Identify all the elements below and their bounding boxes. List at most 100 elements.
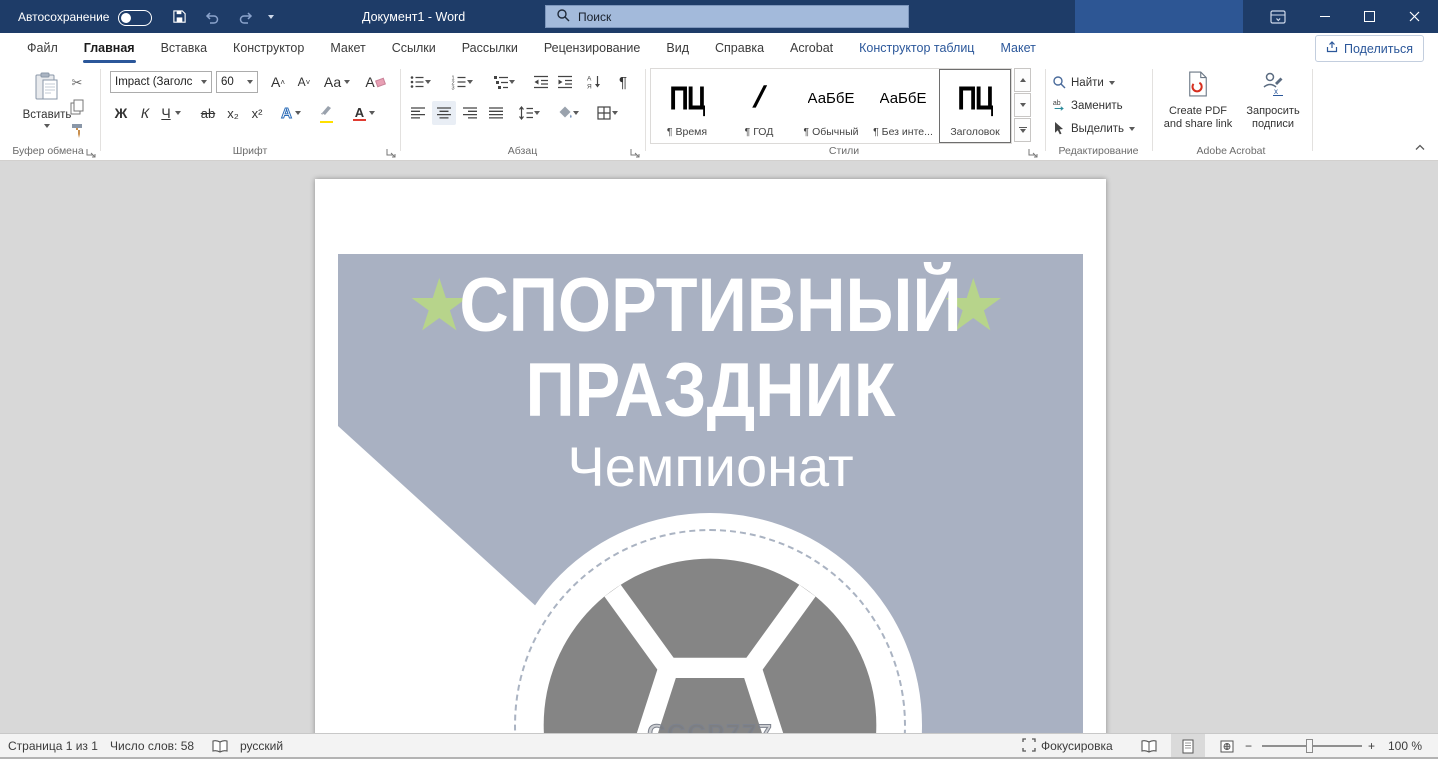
- change-case-button[interactable]: Аа: [322, 71, 352, 93]
- tab-table-layout[interactable]: Макет: [987, 33, 1048, 63]
- search-input[interactable]: Поиск: [545, 5, 909, 28]
- strikethrough-button[interactable]: ab: [196, 101, 220, 125]
- paragraph-dialog-launcher-icon[interactable]: [630, 145, 641, 156]
- styles-scroll-up-icon[interactable]: [1014, 68, 1031, 92]
- page-indicator[interactable]: Страница 1 из 1: [8, 734, 98, 758]
- poster-subtitle[interactable]: Чемпионат: [338, 438, 1083, 497]
- font-size-combobox[interactable]: 60: [216, 71, 258, 93]
- chevron-down-icon: [295, 111, 301, 115]
- quick-access-chevron-icon[interactable]: [268, 0, 274, 33]
- read-mode-icon[interactable]: [1132, 734, 1166, 758]
- superscript-button[interactable]: x²: [246, 101, 268, 125]
- styles-dialog-launcher-icon[interactable]: [1028, 145, 1039, 156]
- numbering-button[interactable]: 123: [448, 71, 476, 93]
- tab-view[interactable]: Вид: [653, 33, 702, 63]
- align-center-icon[interactable]: [432, 101, 456, 125]
- multilevel-list-button[interactable]: [490, 71, 518, 93]
- zoom-out-button[interactable]: −: [1245, 734, 1252, 758]
- highlight-color-button[interactable]: [310, 101, 342, 125]
- style-item-no-spacing[interactable]: АаБбЕ ¶ Без инте...: [867, 69, 939, 143]
- underline-button[interactable]: Ч: [156, 101, 186, 125]
- find-button[interactable]: Найти: [1052, 73, 1115, 93]
- chevron-down-icon: [573, 111, 579, 115]
- maximize-button[interactable]: [1347, 0, 1392, 33]
- font-dialog-launcher-icon[interactable]: [386, 145, 397, 156]
- line-spacing-button[interactable]: [514, 101, 544, 125]
- collapse-ribbon-icon[interactable]: [1410, 140, 1430, 154]
- show-paragraph-marks-button[interactable]: ¶: [612, 71, 634, 93]
- justify-icon[interactable]: [484, 101, 508, 125]
- document-page[interactable]: ★ ★ СПОРТИВНЫЙ ПРАЗДНИК Чемпионат СССР77…: [315, 179, 1106, 733]
- language-indicator[interactable]: русский: [240, 734, 283, 758]
- shrink-font-button[interactable]: А˅: [292, 71, 316, 93]
- italic-button[interactable]: К: [134, 101, 156, 125]
- style-item-vremya[interactable]: ПЦ ¶ Время: [651, 69, 723, 143]
- tab-layout[interactable]: Макет: [317, 33, 378, 63]
- chevron-down-icon: [201, 80, 207, 84]
- group-label-paragraph: Абзац: [400, 145, 645, 157]
- borders-button[interactable]: [590, 101, 624, 125]
- tab-table-design[interactable]: Конструктор таблиц: [846, 33, 987, 63]
- chevron-down-icon: [44, 124, 50, 128]
- tab-help[interactable]: Справка: [702, 33, 777, 63]
- chevron-down-icon: [1109, 81, 1115, 85]
- copy-icon[interactable]: [66, 97, 88, 117]
- tab-home[interactable]: Главная: [71, 33, 148, 63]
- tab-references[interactable]: Ссылки: [379, 33, 449, 63]
- focus-mode-button[interactable]: Фокусировка: [1022, 734, 1113, 758]
- close-button[interactable]: [1392, 0, 1437, 33]
- poster-title-line1[interactable]: СПОРТИВНЫЙ: [375, 266, 1046, 346]
- style-item-god[interactable]: / ¶ ГОД: [723, 69, 795, 143]
- proofing-icon[interactable]: [212, 734, 228, 758]
- web-layout-icon[interactable]: [1210, 734, 1244, 758]
- create-pdf-button[interactable]: Create PDF and share link: [1160, 71, 1236, 149]
- tab-mailings[interactable]: Рассылки: [449, 33, 531, 63]
- styles-more-icon[interactable]: [1014, 118, 1031, 142]
- clipboard-dialog-launcher-icon[interactable]: [86, 145, 97, 156]
- tab-insert[interactable]: Вставка: [148, 33, 220, 63]
- autosave-toggle[interactable]: [118, 10, 152, 26]
- cut-icon[interactable]: ✂: [66, 73, 88, 93]
- select-cursor-icon: [1052, 121, 1066, 138]
- font-name-value: Impact (Заголс: [115, 76, 192, 88]
- tab-acrobat[interactable]: Acrobat: [777, 33, 846, 63]
- grow-font-button[interactable]: А˄: [266, 71, 290, 93]
- sort-icon[interactable]: АЯ: [582, 71, 606, 93]
- account-area[interactable]: [1075, 0, 1243, 33]
- group-label-font: Шрифт: [100, 145, 400, 157]
- format-painter-icon[interactable]: [66, 121, 88, 141]
- subscript-button[interactable]: x₂: [222, 101, 244, 125]
- share-button[interactable]: Поделиться: [1315, 35, 1424, 62]
- zoom-slider-thumb[interactable]: [1306, 739, 1313, 753]
- increase-indent-icon[interactable]: [554, 71, 576, 93]
- shading-button[interactable]: [552, 101, 584, 125]
- styles-scroll-down-icon[interactable]: [1014, 93, 1031, 117]
- bold-button[interactable]: Ж: [110, 101, 132, 125]
- align-left-icon[interactable]: [406, 101, 430, 125]
- style-item-normal[interactable]: АаБбЕ ¶ Обычный: [795, 69, 867, 143]
- undo-icon[interactable]: [204, 0, 220, 33]
- minimize-button[interactable]: [1302, 0, 1347, 33]
- decrease-indent-icon[interactable]: [530, 71, 552, 93]
- zoom-level[interactable]: 100 %: [1388, 734, 1422, 758]
- request-signatures-button[interactable]: x Запросить подписи: [1240, 71, 1306, 149]
- text-effects-button[interactable]: А: [276, 101, 306, 125]
- select-button[interactable]: Выделить: [1052, 119, 1135, 139]
- tab-file[interactable]: Файл: [14, 33, 71, 63]
- clear-formatting-button[interactable]: А: [362, 71, 388, 93]
- font-name-combobox[interactable]: Impact (Заголс: [110, 71, 212, 93]
- tab-design[interactable]: Конструктор: [220, 33, 317, 63]
- style-item-heading[interactable]: ПЦ Заголовок: [939, 69, 1011, 143]
- redo-icon[interactable]: [238, 0, 254, 33]
- print-layout-icon[interactable]: [1171, 734, 1205, 758]
- poster-title-line2[interactable]: ПРАЗДНИК: [375, 351, 1046, 431]
- align-right-icon[interactable]: [458, 101, 482, 125]
- save-icon[interactable]: [172, 0, 187, 33]
- bullets-button[interactable]: [406, 71, 434, 93]
- word-count[interactable]: Число слов: 58: [110, 734, 194, 758]
- tab-review[interactable]: Рецензирование: [531, 33, 654, 63]
- font-color-button[interactable]: А: [348, 101, 380, 125]
- ribbon-display-options-icon[interactable]: [1270, 0, 1286, 33]
- replace-button[interactable]: ab Заменить: [1052, 96, 1123, 116]
- zoom-in-button[interactable]: +: [1368, 734, 1375, 758]
